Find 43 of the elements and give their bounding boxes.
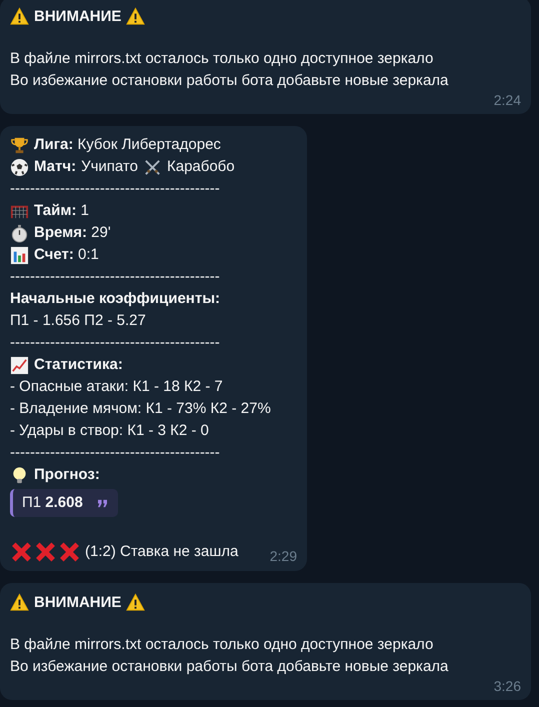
- alert-title: ВНИМАНИЕ: [34, 594, 122, 610]
- cross-mark-icon: [34, 541, 57, 563]
- message-text: В файле mirrors.txt осталось только одно доступное зеркало: [10, 49, 434, 69]
- message-time: 3:26: [494, 678, 521, 694]
- message-text: - Удары в створ: К1 - 3 К2 - 0: [10, 421, 210, 441]
- alert-title: ВНИМАНИЕ: [34, 8, 122, 24]
- time-text: Время: 29': [34, 223, 111, 243]
- away-team: Карабобо: [166, 157, 235, 177]
- message-text: - Владение мячом: К1 - 73% К2 - 27%: [10, 399, 272, 419]
- half-text: Тайм: 1: [34, 201, 89, 221]
- separator-text: ------------------------------------------: [10, 267, 221, 287]
- bar-chart-icon: [10, 246, 29, 264]
- result-text: (1:2) Ставка не зашла: [85, 542, 238, 562]
- score-text: Счет: 0:1: [34, 245, 99, 265]
- separator-text: ------------------------------------------: [10, 179, 221, 199]
- trend-chart-icon: [10, 356, 29, 374]
- quote-text: П1 2.608: [22, 493, 83, 513]
- stopwatch-icon: [10, 224, 29, 242]
- message-text: Во избежание остановки работы бота добавьте новые зеркала: [10, 657, 450, 677]
- soccer-ball-icon: [10, 158, 29, 176]
- message-time: 2:24: [494, 92, 521, 108]
- section-heading: Прогноз:: [34, 465, 100, 485]
- separator-text: ------------------------------------------: [10, 333, 221, 353]
- message-text: П1 - 1.656 П2 - 5.27: [10, 311, 147, 331]
- quote-icon: [96, 498, 108, 508]
- home-team: Учипато: [81, 157, 138, 177]
- match-label: Матч:: [34, 157, 76, 177]
- league-text: Лига: Кубок Либертадорес: [34, 135, 221, 155]
- message-text: В файле mirrors.txt осталось только одно доступное зеркало: [10, 635, 434, 655]
- trophy-icon: [10, 136, 29, 154]
- warning-icon: [10, 592, 29, 612]
- warning-icon: [10, 6, 29, 26]
- cross-mark-icon: [58, 541, 81, 563]
- separator-text: ------------------------------------------: [10, 443, 221, 463]
- message-time: 2:29: [270, 547, 297, 566]
- crossed-swords-icon: [142, 158, 162, 176]
- message-text: Во избежание остановки работы бота добавьте новые зеркала: [10, 71, 450, 91]
- section-heading: Статистика:: [34, 355, 123, 375]
- section-heading: Начальные коэффициенты:: [10, 289, 222, 309]
- warning-icon: [126, 592, 146, 612]
- warning-icon: [126, 6, 146, 26]
- message-text: - Опасные атаки: К1 - 18 К2 - 7: [10, 377, 224, 397]
- cross-mark-icon: [10, 541, 33, 563]
